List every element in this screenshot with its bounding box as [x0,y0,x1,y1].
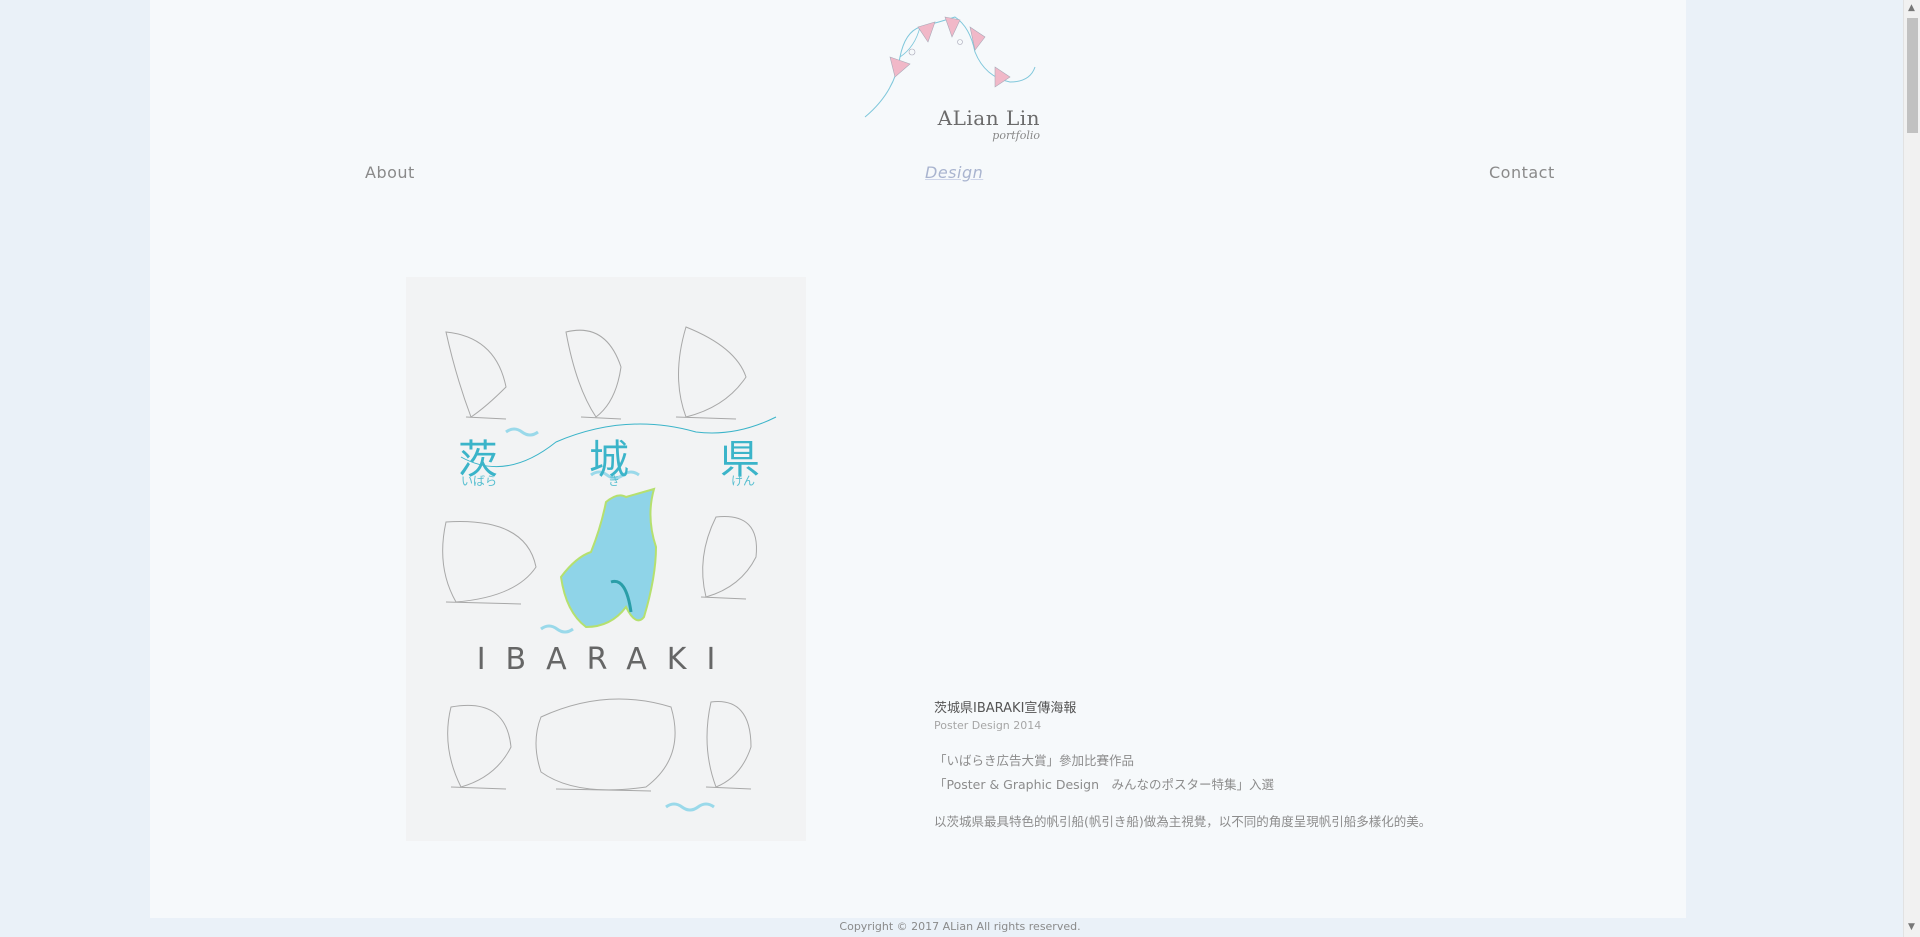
sailboat-icon [447,704,512,788]
poster-kana-1: いばら [461,474,498,488]
sailboat-icon [702,516,757,598]
sailboat-icon [442,521,537,603]
work-award-1: 「いばらき広告大賞」參加比賽作品 [934,753,1135,768]
sailboat-icon [565,329,622,418]
nav-link-about[interactable]: About [365,163,415,182]
scroll-down-arrow-icon[interactable]: ▼ [1908,922,1915,932]
ibaraki-map-icon [559,487,658,629]
work-title: 茨城県IBARAKI宣傳海報 [934,701,1077,716]
logo-subtitle: portfolio [992,129,1040,142]
sailboat-icon [535,698,676,791]
ibaraki-poster-image[interactable]: 茨 城 県 いばら き けん IBARAKI [406,277,806,841]
sailboat-icon [445,331,507,418]
site-logo[interactable]: ALian Lin portfolio [860,12,1040,147]
poster-kana-3: けん [731,474,756,488]
sailboat-icon [678,326,747,418]
nav-link-design[interactable]: Design [925,163,983,182]
poster-kana-2: き [608,474,621,488]
nav-link-contact[interactable]: Contact [1489,163,1555,182]
sailboat-icon [706,701,752,788]
work-description: 以茨城県最具特色的帆引船(帆引き船)做為主視覺，以不同的角度呈現帆引船多樣化的美… [934,814,1432,829]
work-subtitle: Poster Design 2014 [934,719,1042,732]
scrollbar-thumb[interactable] [1907,18,1918,133]
logo-name: ALian Lin [937,106,1040,130]
scroll-up-arrow-icon[interactable]: ▲ [1908,3,1915,13]
footer-copyright: Copyright © 2017 ALian All rights reserv… [839,920,1081,933]
work-award-2: 「Poster & Graphic Design みんなのポスター特集」入選 [934,777,1274,792]
poster-latin-title: IBARAKI [476,642,736,677]
work-info: 茨城県IBARAKI宣傳海報 Poster Design 2014 「いばらき広… [934,697,1554,830]
poster-illustration [442,326,777,812]
vertical-scrollbar[interactable]: ▲ ▼ [1903,0,1920,937]
